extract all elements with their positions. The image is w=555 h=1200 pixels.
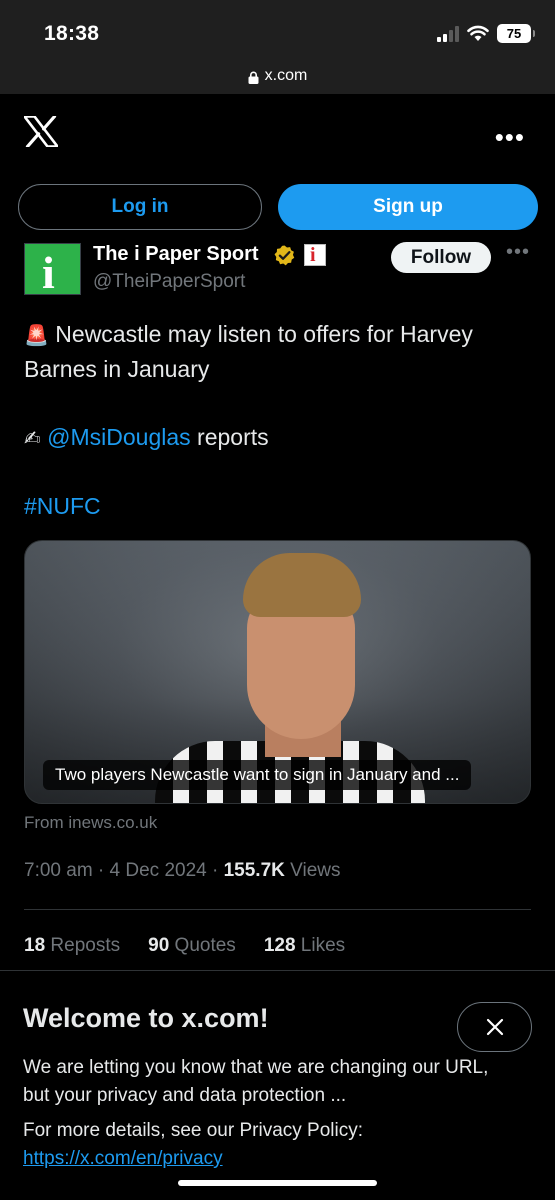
cellular-signal-icon xyxy=(437,25,459,42)
banner-details-text: For more details, see our Privacy Policy… xyxy=(23,1120,364,1141)
affiliate-badge-letter: i xyxy=(310,244,316,266)
auth-buttons: Log in Sign up xyxy=(18,184,538,230)
status-icons: 75 xyxy=(437,24,535,43)
close-banner-button[interactable] xyxy=(457,1002,532,1052)
author-handle[interactable]: @TheiPaperSport xyxy=(93,271,245,293)
tweet-header: i The i Paper Sport i @TheiPaperSport Fo… xyxy=(24,241,534,297)
likes-stat[interactable]: 128 Likes xyxy=(264,935,345,957)
quotes-count: 90 xyxy=(148,935,170,956)
tweet-line-2: Barnes in January xyxy=(24,356,210,382)
home-indicator[interactable] xyxy=(178,1180,377,1186)
views-label: Views xyxy=(284,860,341,881)
tweet-line-3: ✍ @MsiDouglas reports xyxy=(24,420,534,455)
avatar-letter: i xyxy=(42,247,55,295)
quotes-stat[interactable]: 90 Quotes xyxy=(148,935,236,957)
tweet-timestamp[interactable]: 7:00 am · 4 Dec 2024 · xyxy=(24,860,224,881)
reposts-count: 18 xyxy=(24,935,46,956)
signup-button[interactable]: Sign up xyxy=(278,184,538,230)
tweet-spacer xyxy=(24,386,534,420)
banner-body: We are letting you know that we are chan… xyxy=(23,1057,489,1106)
quotes-label: Quotes xyxy=(169,935,236,956)
follow-button[interactable]: Follow xyxy=(391,242,491,273)
status-time: 18:38 xyxy=(44,22,100,45)
writing-hand-emoji: ✍ xyxy=(24,426,41,450)
close-icon xyxy=(486,1018,503,1036)
tweet-text-part: Newcastle may listen to offers for Harve… xyxy=(55,321,473,347)
tweet-meta: 7:00 am · 4 Dec 2024 · 155.7K Views xyxy=(24,860,341,882)
battery-icon: 75 xyxy=(497,24,535,43)
affiliate-badge-icon: i xyxy=(304,244,326,266)
banner-details: For more details, see our Privacy Policy… xyxy=(23,1117,503,1173)
more-options-icon[interactable]: ••• xyxy=(495,122,525,153)
mention-link[interactable]: @MsiDouglas xyxy=(47,424,191,450)
site-header: ••• xyxy=(0,94,555,176)
x-logo-icon[interactable] xyxy=(24,116,58,147)
reposts-stat[interactable]: 18 Reposts xyxy=(24,935,120,957)
tweet-stats: 18 Reposts 90 Quotes 128 Likes xyxy=(24,935,345,957)
likes-count: 128 xyxy=(263,935,296,956)
avatar[interactable]: i xyxy=(24,243,81,295)
link-card-caption: Two players Newcastle want to sign in Ja… xyxy=(43,760,472,790)
login-button[interactable]: Log in xyxy=(18,184,262,230)
reposts-label: Reposts xyxy=(45,935,121,956)
banner-title: Welcome to x.com! xyxy=(23,1003,269,1033)
wifi-icon xyxy=(467,25,489,41)
welcome-banner: Welcome to x.com! We are letting you kno… xyxy=(0,970,555,1200)
player-hair xyxy=(243,553,361,617)
address-bar[interactable]: x.com xyxy=(0,58,555,94)
reports-text: reports xyxy=(190,424,269,450)
views-count: 155.7K xyxy=(223,860,285,881)
siren-emoji: 🚨 xyxy=(24,323,49,347)
url-text: x.com xyxy=(264,67,308,84)
divider xyxy=(24,909,531,910)
tweet-more-icon[interactable]: ••• xyxy=(506,241,530,264)
privacy-policy-link[interactable]: https://x.com/en/privacy xyxy=(23,1148,223,1169)
verified-badge-icon xyxy=(274,245,295,266)
hashtag-link[interactable]: #NUFC xyxy=(24,489,534,523)
likes-label: Likes xyxy=(295,935,346,956)
link-source[interactable]: From inews.co.uk xyxy=(24,813,157,833)
lock-icon xyxy=(248,71,259,84)
tweet-text: 🚨 Newcastle may listen to offers for Har… xyxy=(24,317,534,523)
link-card-image[interactable]: Two players Newcastle want to sign in Ja… xyxy=(24,540,531,804)
tweet-line-1: 🚨 Newcastle may listen to offers for Har… xyxy=(24,317,534,352)
status-bar: 18:38 75 xyxy=(0,0,555,58)
tweet-spacer xyxy=(24,455,534,489)
author-name[interactable]: The i Paper Sport xyxy=(93,243,259,266)
